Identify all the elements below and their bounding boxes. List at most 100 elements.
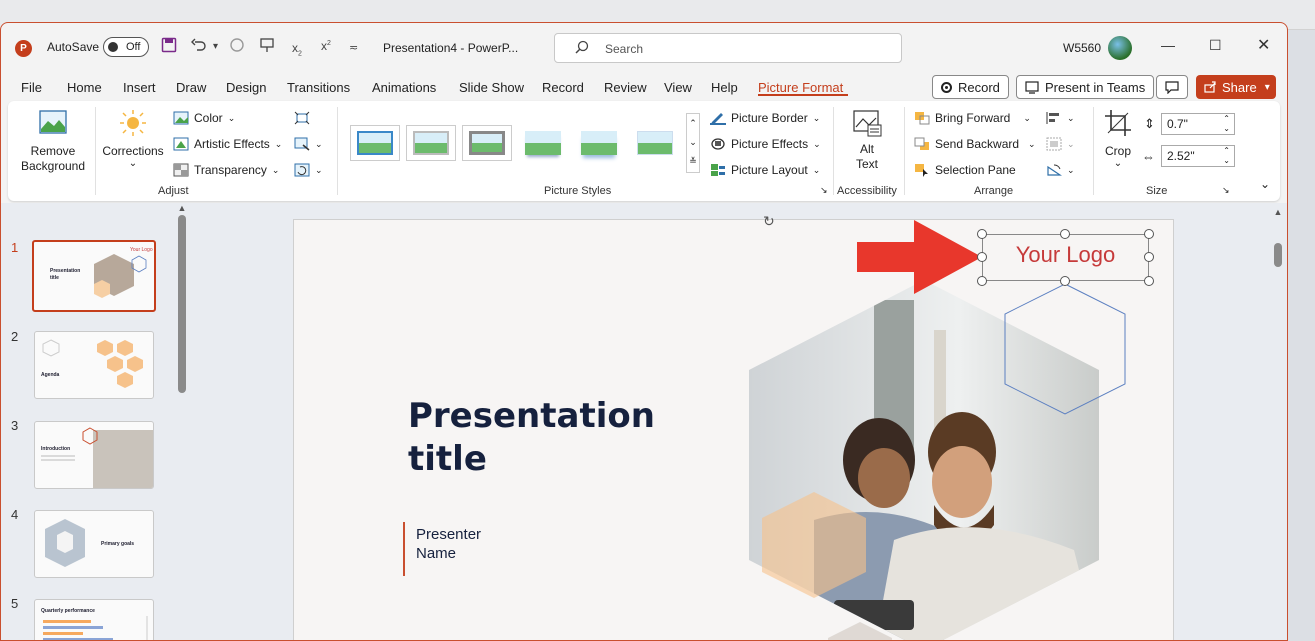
- width-spinner[interactable]: ⌃ ⌄: [1223, 146, 1230, 166]
- crop-button[interactable]: Crop ⌄: [1100, 109, 1136, 169]
- resize-handle-top-right[interactable]: [1144, 229, 1154, 239]
- close-icon[interactable]: ✕: [1257, 35, 1270, 55]
- gallery-up-icon[interactable]: ⌃: [687, 114, 699, 133]
- tab-insert[interactable]: Insert: [123, 80, 156, 95]
- maximize-icon[interactable]: ☐: [1209, 37, 1222, 54]
- send-backward-button[interactable]: Send Backward ⌄: [914, 137, 1036, 151]
- user-name: W5560: [1063, 41, 1102, 55]
- slide-thumbnail-5[interactable]: Quarterly performance: [34, 599, 154, 640]
- tab-record[interactable]: Record: [542, 80, 584, 95]
- picture-style-thumb: [525, 131, 561, 155]
- alt-text-button[interactable]: Alt Text: [844, 109, 890, 172]
- comments-button[interactable]: [1156, 75, 1188, 99]
- logo-placeholder[interactable]: Your Logo: [982, 242, 1149, 268]
- remove-background-button[interactable]: Remove Background: [18, 109, 88, 174]
- present-icon[interactable]: [259, 37, 275, 56]
- resize-handle-left[interactable]: [977, 252, 987, 262]
- scroll-thumb[interactable]: [1274, 243, 1282, 267]
- picture-border-button[interactable]: Picture Border ⌄: [710, 111, 820, 125]
- minimize-icon[interactable]: —: [1161, 37, 1175, 53]
- tab-draw[interactable]: Draw: [176, 80, 206, 95]
- selection-pane-button[interactable]: Selection Pane: [914, 163, 1016, 177]
- slide-thumbnail-2[interactable]: Agenda: [34, 331, 154, 399]
- artistic-effects-button[interactable]: Artistic Effects ⌄: [173, 137, 282, 151]
- picture-style-6[interactable]: [630, 125, 680, 161]
- present-in-teams-button[interactable]: Present in Teams: [1016, 75, 1155, 99]
- tab-home[interactable]: Home: [67, 80, 102, 95]
- compress-pictures-button[interactable]: [294, 111, 310, 125]
- tab-animations[interactable]: Animations: [372, 80, 436, 95]
- picture-style-1[interactable]: [350, 125, 400, 161]
- tab-slide-show[interactable]: Slide Show: [459, 80, 524, 95]
- superscript-icon[interactable]: x2: [321, 39, 331, 53]
- rotate-handle-icon[interactable]: ↻: [763, 213, 775, 230]
- bring-forward-button[interactable]: Bring Forward ⌄: [914, 111, 1031, 125]
- tab-view[interactable]: View: [664, 80, 692, 95]
- transparency-button[interactable]: Transparency ⌄: [173, 163, 279, 177]
- presenter-name[interactable]: Presenter Name: [416, 525, 481, 563]
- height-spinner[interactable]: ⌃ ⌄: [1223, 114, 1230, 134]
- ribbon: Remove Background Corrections ⌄ Color ⌄ Ar…: [8, 101, 1280, 201]
- slide-number: 1: [11, 240, 19, 255]
- record-button[interactable]: Record: [932, 75, 1009, 99]
- tab-help[interactable]: Help: [711, 80, 738, 95]
- slide-thumbnail-4[interactable]: Primary goals: [34, 510, 154, 578]
- color-button[interactable]: Color ⌄: [173, 111, 235, 125]
- scroll-up-icon[interactable]: ▲: [177, 203, 187, 213]
- share-button[interactable]: Share ▾: [1196, 75, 1276, 99]
- reset-picture-button[interactable]: ⌄: [294, 163, 323, 177]
- scroll-thumb[interactable]: [178, 215, 186, 393]
- resize-handle-right[interactable]: [1144, 252, 1154, 262]
- collapse-ribbon-icon[interactable]: ⌄: [1260, 177, 1270, 191]
- tab-transitions[interactable]: Transitions: [287, 80, 350, 95]
- group-button[interactable]: ⌄: [1046, 137, 1075, 151]
- resize-handle-bottom[interactable]: [1060, 276, 1070, 286]
- gallery-scroll[interactable]: ⌃ ⌄ ≚: [686, 113, 700, 173]
- search-input[interactable]: Search: [554, 33, 902, 63]
- tab-file[interactable]: File: [21, 80, 42, 95]
- size-launcher-icon[interactable]: ↘: [1222, 185, 1230, 196]
- tab-design[interactable]: Design: [226, 80, 266, 95]
- picture-style-2[interactable]: [406, 125, 456, 161]
- resize-handle-top-left[interactable]: [977, 229, 987, 239]
- width-field[interactable]: 2.52" ⌃ ⌄: [1161, 145, 1235, 167]
- corrections-button[interactable]: Corrections ⌄: [100, 109, 166, 169]
- share-dropdown-icon[interactable]: ▾: [1265, 82, 1270, 93]
- slide-thumbnail-1[interactable]: Presentation title Your Logo: [32, 240, 156, 312]
- red-arrow-icon: [857, 220, 982, 294]
- resize-handle-top[interactable]: [1060, 229, 1070, 239]
- picture-style-thumb: [357, 131, 393, 155]
- autosave-toggle[interactable]: Off: [103, 37, 149, 57]
- resize-handle-bottom-right[interactable]: [1144, 276, 1154, 286]
- picture-style-5[interactable]: [574, 125, 624, 161]
- save-icon[interactable]: [161, 37, 177, 56]
- avatar[interactable]: [1108, 36, 1132, 60]
- subscript-mark: 2: [298, 50, 302, 58]
- thumbnail-scrollbar[interactable]: ▲: [177, 203, 187, 640]
- scroll-up-icon[interactable]: ▲: [1269, 207, 1287, 217]
- gallery-down-icon[interactable]: ⌄: [687, 133, 699, 152]
- thumbnail-art: [42, 339, 143, 388]
- customize-qat-icon[interactable]: ≂: [349, 41, 358, 54]
- picture-style-4[interactable]: [518, 125, 568, 161]
- align-button[interactable]: ⌄: [1046, 111, 1075, 125]
- undo-icon[interactable]: [191, 37, 207, 56]
- tab-picture-format[interactable]: Picture Format: [758, 80, 843, 95]
- change-picture-button[interactable]: ⌄: [294, 137, 323, 151]
- picture-styles-launcher-icon[interactable]: ↘: [820, 185, 828, 196]
- slide-canvas[interactable]: Presentation title Presenter Name Your L…: [293, 219, 1174, 640]
- slide-thumbnail-3[interactable]: Introduction: [34, 421, 154, 489]
- height-field[interactable]: 0.7" ⌃ ⌄: [1161, 113, 1235, 135]
- rotate-button[interactable]: ⌄: [1046, 163, 1075, 177]
- tab-review[interactable]: Review: [604, 80, 647, 95]
- subscript-icon[interactable]: x2: [292, 41, 302, 57]
- picture-layout-button[interactable]: Picture Layout ⌄: [710, 163, 820, 177]
- slide-scrollbar[interactable]: ▲: [1269, 203, 1287, 640]
- gallery-more-icon[interactable]: ≚: [687, 152, 699, 171]
- picture-style-3[interactable]: [462, 125, 512, 161]
- undo-dropdown-icon[interactable]: ▾: [213, 41, 218, 52]
- resize-handle-bottom-left[interactable]: [977, 276, 987, 286]
- redo-icon[interactable]: [229, 37, 245, 56]
- slide-title[interactable]: Presentation title: [408, 395, 655, 481]
- picture-effects-button[interactable]: Picture Effects ⌄: [710, 137, 821, 151]
